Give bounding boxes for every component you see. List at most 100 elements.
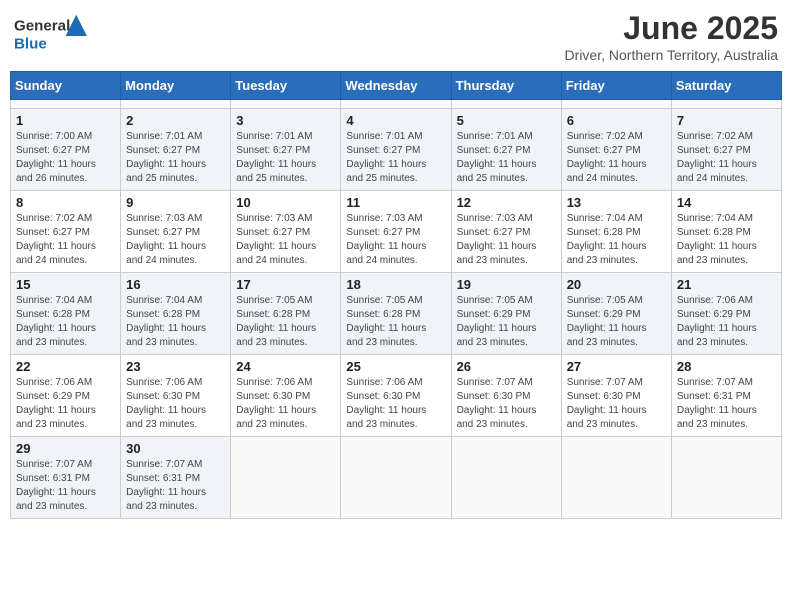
daylight-text-line2: and 23 minutes. <box>677 418 776 432</box>
day-info: Sunrise: 7:05 AMSunset: 6:28 PMDaylight:… <box>346 294 445 350</box>
calendar-cell <box>451 437 561 519</box>
sunset-text: Sunset: 6:27 PM <box>126 226 225 240</box>
sunrise-text: Sunrise: 7:01 AM <box>346 130 445 144</box>
calendar-cell: 24Sunrise: 7:06 AMSunset: 6:30 PMDayligh… <box>231 355 341 437</box>
daylight-text-line1: Daylight: 11 hours <box>346 240 445 254</box>
day-number: 9 <box>126 195 225 210</box>
sunrise-text: Sunrise: 7:00 AM <box>16 130 115 144</box>
sunset-text: Sunset: 6:27 PM <box>567 144 666 158</box>
calendar-cell: 8Sunrise: 7:02 AMSunset: 6:27 PMDaylight… <box>11 191 121 273</box>
calendar-cell <box>231 437 341 519</box>
daylight-text-line2: and 23 minutes. <box>126 500 225 514</box>
calendar-cell: 26 Sunrise: 7:07 AMSunset: 6:30 PMDayligh… <box>451 355 561 437</box>
sunset-text: Sunset: 6:28 PM <box>677 226 776 240</box>
day-info: Sunrise: 7:06 AMSunset: 6:30 PMDaylight:… <box>236 376 335 432</box>
sunset-text: Sunset: 6:29 PM <box>16 390 115 404</box>
day-info: Sunrise: 7:01 AMSunset: 6:27 PMDaylight:… <box>236 130 335 186</box>
sunrise-text: Sunrise: 7:07 AM <box>16 458 115 472</box>
sunset-text: Sunset: 6:31 PM <box>16 472 115 486</box>
sunset-text: Sunset: 6:29 PM <box>567 308 666 322</box>
sunrise-text: Sunrise: 7:05 AM <box>567 294 666 308</box>
sunrise-text: Sunrise: 7:03 AM <box>346 212 445 226</box>
day-number: 11 <box>346 195 445 210</box>
sunset-text: Sunset: 6:31 PM <box>677 390 776 404</box>
sunrise-text: Sunrise: 7:02 AM <box>16 212 115 226</box>
calendar-cell <box>341 100 451 109</box>
day-number: 3 <box>236 113 335 128</box>
daylight-text-line2: and 23 minutes. <box>126 336 225 350</box>
day-number: 10 <box>236 195 335 210</box>
sunrise-text: Sunrise: 7:01 AM <box>457 130 556 144</box>
calendar-cell: 9 Sunrise: 7:03 AMSunset: 6:27 PMDaylight… <box>121 191 231 273</box>
day-number: 14 <box>677 195 776 210</box>
sunset-text: Sunset: 6:30 PM <box>236 390 335 404</box>
daylight-text-line2: and 24 minutes. <box>567 172 666 186</box>
day-number: 26 <box>457 359 556 374</box>
day-info: Sunrise: 7:03 AMSunset: 6:27 PMDaylight:… <box>126 212 225 268</box>
sunset-text: Sunset: 6:30 PM <box>567 390 666 404</box>
calendar-header-tuesday: Tuesday <box>231 72 341 100</box>
logo-svg: General Blue <box>14 10 94 55</box>
daylight-text-line2: and 23 minutes. <box>677 336 776 350</box>
calendar-week-row: 8Sunrise: 7:02 AMSunset: 6:27 PMDaylight… <box>11 191 782 273</box>
sunrise-text: Sunrise: 7:07 AM <box>457 376 556 390</box>
sunset-text: Sunset: 6:27 PM <box>236 144 335 158</box>
day-info: Sunrise: 7:05 AMSunset: 6:29 PMDaylight:… <box>457 294 556 350</box>
day-info: Sunrise: 7:05 AMSunset: 6:28 PMDaylight:… <box>236 294 335 350</box>
calendar-cell: 27 Sunrise: 7:07 AMSunset: 6:30 PMDayligh… <box>561 355 671 437</box>
daylight-text-line2: and 23 minutes. <box>567 336 666 350</box>
day-info: Sunrise: 7:00 AMSunset: 6:27 PMDaylight:… <box>16 130 115 186</box>
daylight-text-line2: and 25 minutes. <box>457 172 556 186</box>
sunrise-text: Sunrise: 7:03 AM <box>457 212 556 226</box>
calendar-cell <box>671 100 781 109</box>
day-number: 15 <box>16 277 115 292</box>
daylight-text-line1: Daylight: 11 hours <box>567 158 666 172</box>
sunrise-text: Sunrise: 7:06 AM <box>126 376 225 390</box>
day-number: 25 <box>346 359 445 374</box>
sunset-text: Sunset: 6:28 PM <box>346 308 445 322</box>
daylight-text-line2: and 23 minutes. <box>16 500 115 514</box>
daylight-text-line1: Daylight: 11 hours <box>126 322 225 336</box>
calendar-cell <box>451 100 561 109</box>
calendar-header-row: SundayMondayTuesdayWednesdayThursdayFrid… <box>11 72 782 100</box>
day-info: Sunrise: 7:03 AMSunset: 6:27 PMDaylight:… <box>236 212 335 268</box>
day-info: Sunrise: 7:07 AMSunset: 6:30 PMDaylight:… <box>567 376 666 432</box>
calendar-cell <box>561 100 671 109</box>
day-info: Sunrise: 7:01 AMSunset: 6:27 PMDaylight:… <box>126 130 225 186</box>
daylight-text-line2: and 25 minutes. <box>346 172 445 186</box>
day-info: Sunrise: 7:03 AMSunset: 6:27 PMDaylight:… <box>346 212 445 268</box>
sunrise-text: Sunrise: 7:07 AM <box>677 376 776 390</box>
daylight-text-line2: and 24 minutes. <box>236 254 335 268</box>
daylight-text-line1: Daylight: 11 hours <box>126 240 225 254</box>
daylight-text-line2: and 23 minutes. <box>126 418 225 432</box>
calendar-cell <box>121 100 231 109</box>
daylight-text-line1: Daylight: 11 hours <box>346 322 445 336</box>
daylight-text-line2: and 23 minutes. <box>16 336 115 350</box>
daylight-text-line1: Daylight: 11 hours <box>677 158 776 172</box>
day-info: Sunrise: 7:03 AMSunset: 6:27 PMDaylight:… <box>457 212 556 268</box>
svg-text:General: General <box>14 18 70 35</box>
day-info: Sunrise: 7:07 AMSunset: 6:30 PMDaylight:… <box>457 376 556 432</box>
sunrise-text: Sunrise: 7:03 AM <box>126 212 225 226</box>
calendar-table: SundayMondayTuesdayWednesdayThursdayFrid… <box>10 71 782 519</box>
sunrise-text: Sunrise: 7:04 AM <box>16 294 115 308</box>
calendar-cell: 11 Sunrise: 7:03 AMSunset: 6:27 PMDayligh… <box>341 191 451 273</box>
day-number: 27 <box>567 359 666 374</box>
daylight-text-line1: Daylight: 11 hours <box>236 240 335 254</box>
daylight-text-line2: and 25 minutes. <box>126 172 225 186</box>
sunset-text: Sunset: 6:27 PM <box>457 226 556 240</box>
calendar-cell: 6Sunrise: 7:02 AMSunset: 6:27 PMDaylight… <box>561 109 671 191</box>
sunrise-text: Sunrise: 7:02 AM <box>677 130 776 144</box>
sunset-text: Sunset: 6:28 PM <box>236 308 335 322</box>
day-number: 29 <box>16 441 115 456</box>
day-number: 28 <box>677 359 776 374</box>
calendar-cell <box>11 100 121 109</box>
logo: General Blue <box>14 10 94 55</box>
day-number: 12 <box>457 195 556 210</box>
day-number: 13 <box>567 195 666 210</box>
calendar-cell: 16Sunrise: 7:04 AMSunset: 6:28 PMDayligh… <box>121 273 231 355</box>
daylight-text-line1: Daylight: 11 hours <box>16 322 115 336</box>
daylight-text-line1: Daylight: 11 hours <box>16 158 115 172</box>
calendar-cell <box>231 100 341 109</box>
daylight-text-line1: Daylight: 11 hours <box>16 486 115 500</box>
